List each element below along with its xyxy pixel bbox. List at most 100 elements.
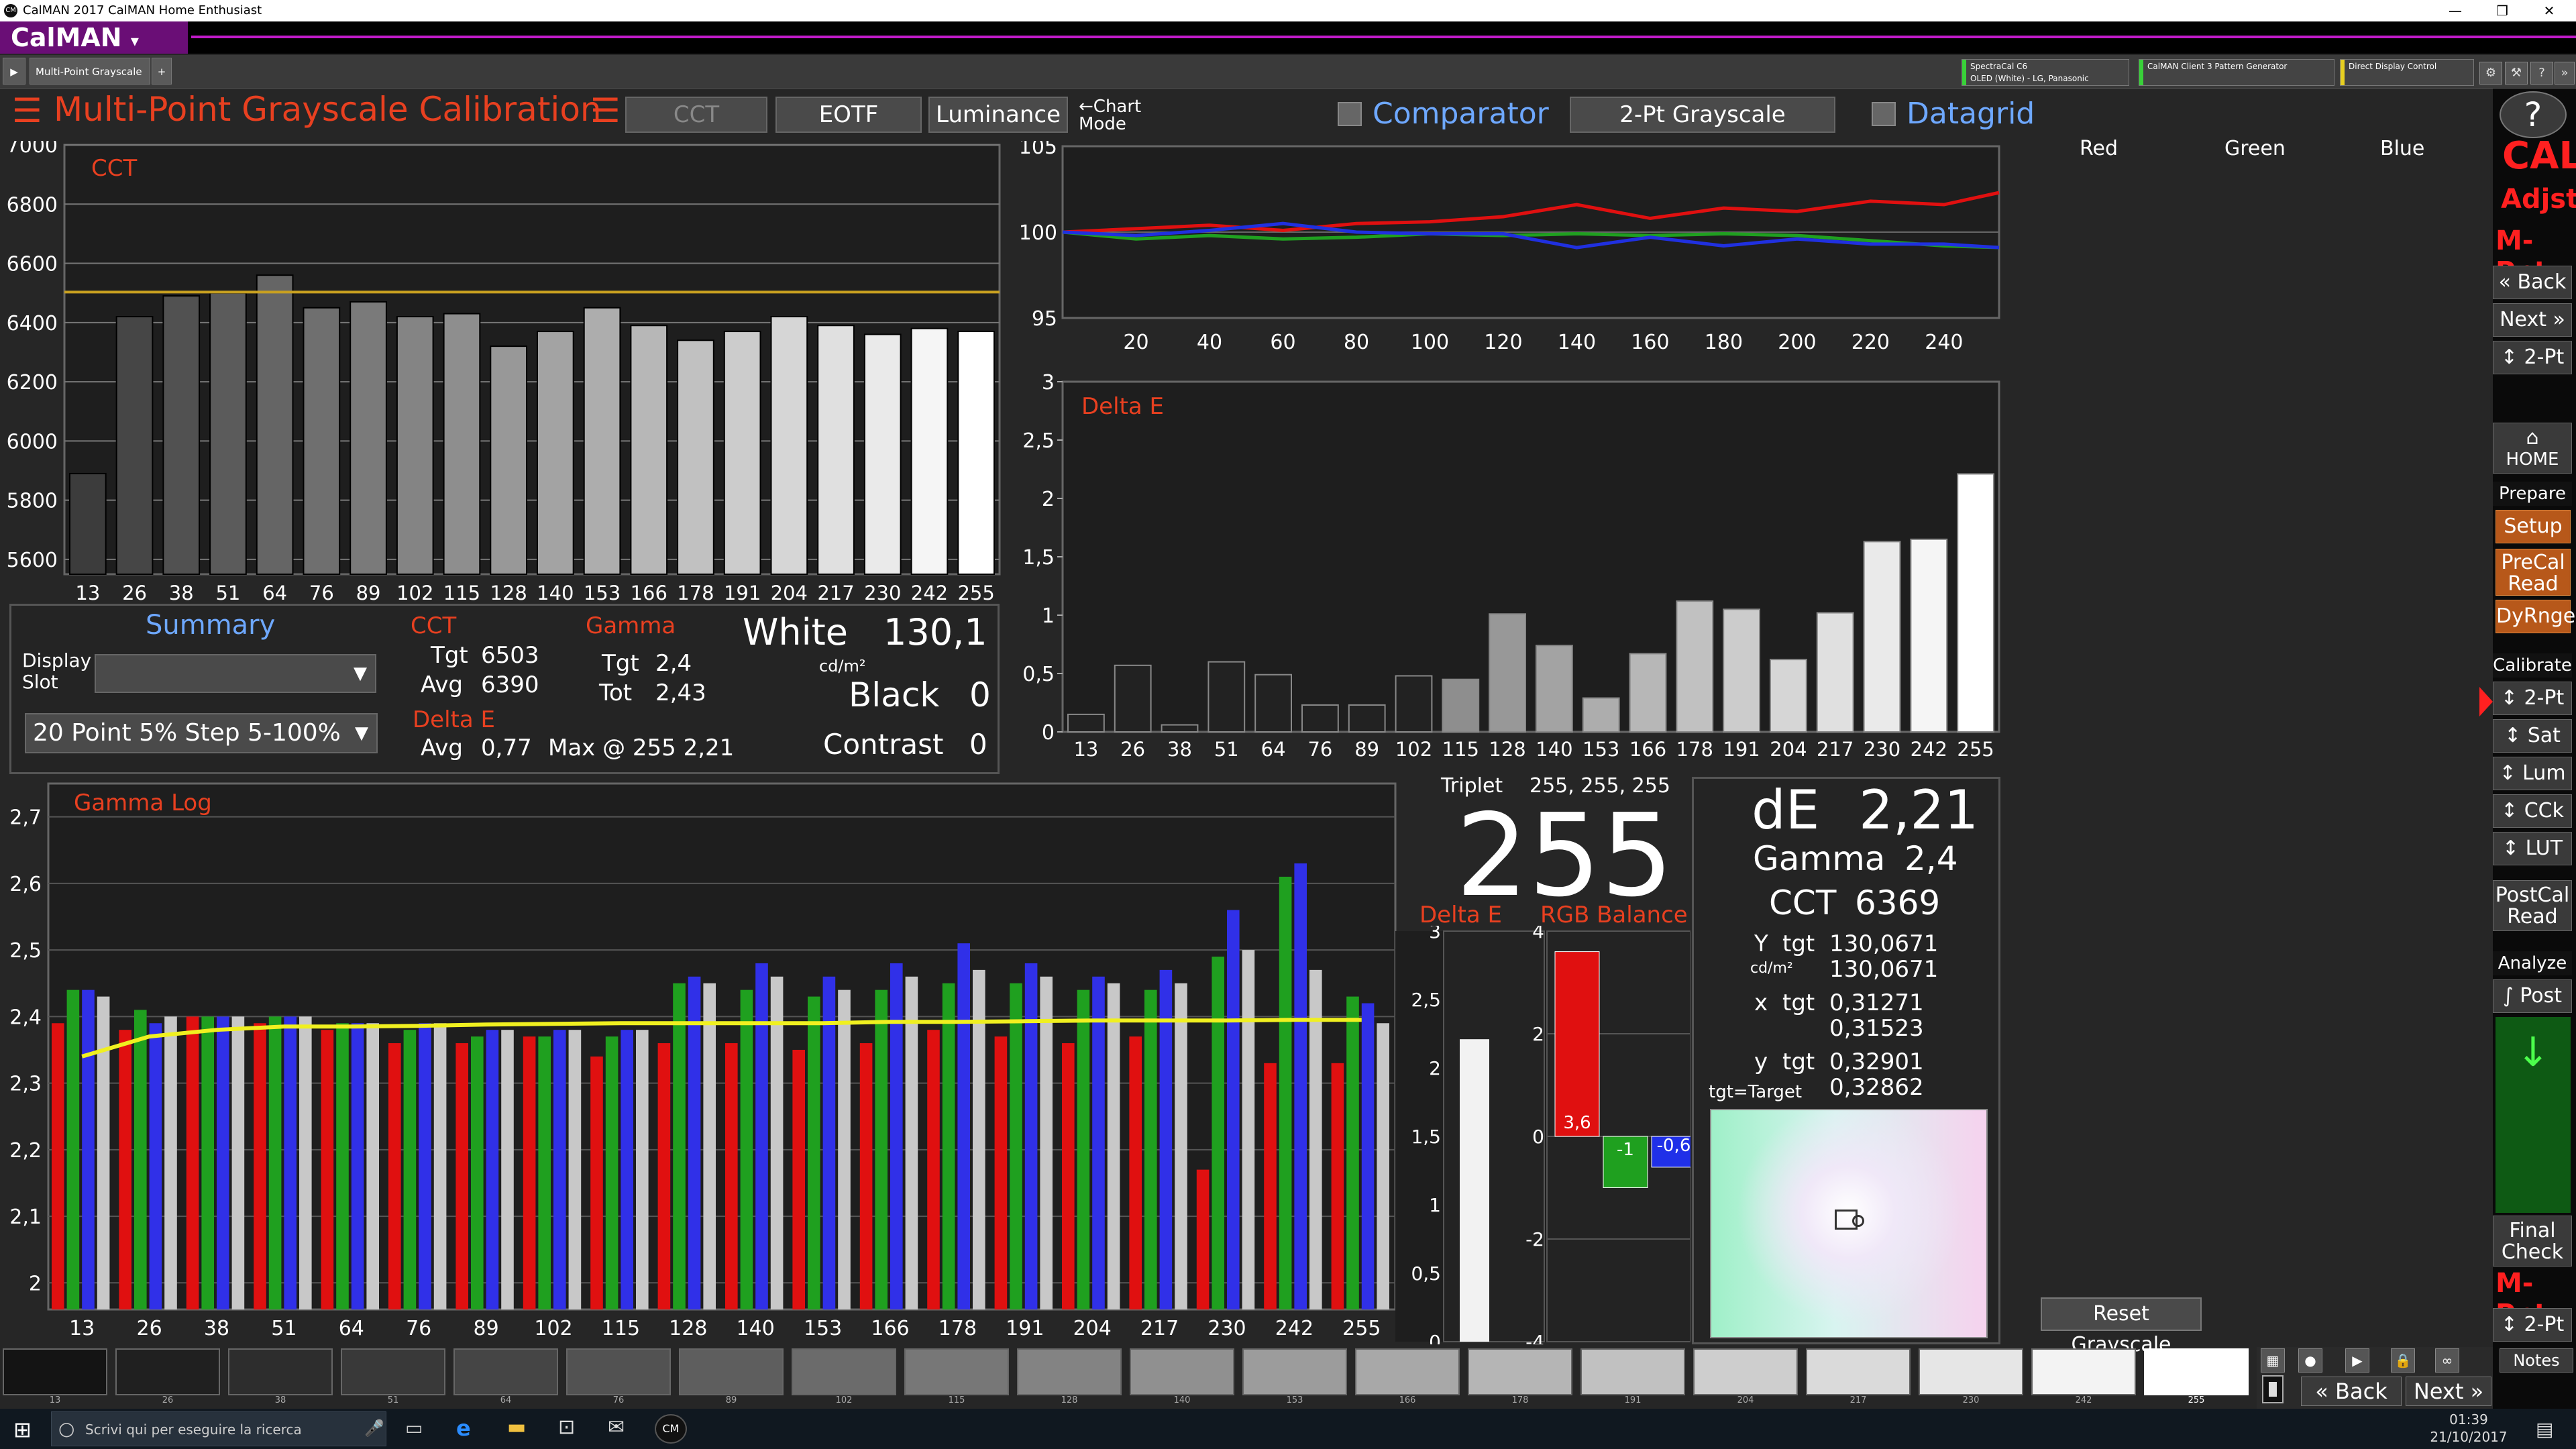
dyrnge-button[interactable]: DyRnge xyxy=(2496,600,2575,633)
calman-menu-button[interactable]: CalMAN ▾ xyxy=(0,21,188,54)
add-tab-button[interactable]: + xyxy=(152,58,172,85)
display-slot-select[interactable]: ▼ xyxy=(95,654,376,693)
gray-swatch[interactable] xyxy=(792,1348,896,1395)
x-tick-label: 217 xyxy=(1140,1317,1179,1340)
calibrate-2pt-button[interactable]: ↕ 2-Pt xyxy=(2493,682,2572,715)
point-set-select[interactable]: 20 Point 5% Step 5-100% ▼ xyxy=(25,713,378,753)
device-meter-profile: OLED (White) - LG, Panasonic xyxy=(1970,74,2089,83)
gray-swatch[interactable] xyxy=(566,1348,671,1395)
gray-swatch[interactable] xyxy=(453,1348,558,1395)
minimize-icon[interactable]: — xyxy=(2428,0,2482,21)
windows-start-icon[interactable]: ⊞ xyxy=(13,1417,32,1442)
luminance-button[interactable]: Luminance xyxy=(928,97,1068,133)
gray-swatch[interactable] xyxy=(1693,1348,1798,1395)
gamma-bar-green xyxy=(1077,989,1090,1309)
precal-read-button[interactable]: PreCal Read xyxy=(2496,549,2571,596)
lock-icon[interactable]: 🔒 xyxy=(2391,1348,2415,1373)
record-icon[interactable]: ● xyxy=(2298,1348,2322,1373)
chart-mode-toggle[interactable]: ←Chart Mode xyxy=(1079,98,1159,133)
gray-swatch[interactable] xyxy=(1242,1348,1347,1395)
gray-swatch[interactable] xyxy=(679,1348,784,1395)
sidebar-toggle-icon[interactable]: » xyxy=(2555,62,2575,85)
gray-swatch[interactable] xyxy=(1806,1348,1911,1395)
device-pattern-generator[interactable]: CalMAN Client 3 Pattern Generator xyxy=(2139,59,2334,86)
maximize-icon[interactable]: ❐ xyxy=(2475,0,2529,21)
sat-button[interactable]: ↕ Sat xyxy=(2493,719,2572,753)
gray-swatch[interactable] xyxy=(341,1348,445,1395)
pattern-icon[interactable]: ▦ xyxy=(2261,1348,2285,1373)
gray-swatch[interactable] xyxy=(1468,1348,1572,1395)
store-icon[interactable]: ⊡ xyxy=(558,1415,575,1439)
gray-swatch[interactable] xyxy=(3,1348,107,1395)
task-view-icon[interactable]: ▭ xyxy=(405,1417,423,1439)
swatch-label: 51 xyxy=(387,1395,399,1405)
tools-icon[interactable]: ⚒ xyxy=(2505,62,2528,85)
gamma-bar-gray xyxy=(433,1023,447,1309)
close-icon[interactable]: ✕ xyxy=(2522,0,2576,21)
gray-swatch[interactable] xyxy=(1355,1348,1460,1395)
mail-icon[interactable]: ✉ xyxy=(608,1415,625,1439)
bottom-next-button[interactable]: Next » xyxy=(2406,1377,2491,1406)
gray-swatch[interactable] xyxy=(2031,1348,2136,1395)
page-title: Multi-Point Grayscale Calibration xyxy=(54,90,602,129)
cct-bar xyxy=(209,292,247,575)
down-arrow-icon: ↓ xyxy=(2516,1029,2551,1076)
microphone-icon[interactable]: 🎤 xyxy=(364,1419,384,1438)
taskbar-search-input[interactable]: ○ Scrivi qui per eseguire la ricerca 🎤 xyxy=(51,1411,386,1446)
y-tick-label: 2 xyxy=(29,1272,42,1295)
title-menu-icon[interactable]: ☰ xyxy=(590,91,621,130)
home-button[interactable]: ⌂ HOME xyxy=(2493,423,2572,474)
gray-swatch[interactable] xyxy=(2144,1348,2249,1395)
gray-swatch[interactable] xyxy=(1017,1348,1122,1395)
gamma-bar-red xyxy=(1129,1036,1142,1309)
tab-multi-point-grayscale[interactable]: Multi-Point Grayscale xyxy=(30,58,150,85)
eotf-button[interactable]: EOTF xyxy=(775,97,922,133)
gamma-bar-green xyxy=(673,983,686,1309)
gray-swatch[interactable] xyxy=(904,1348,1009,1395)
gray-swatch[interactable] xyxy=(115,1348,220,1395)
gray-swatch[interactable] xyxy=(1580,1348,1685,1395)
comparator-checkbox[interactable] xyxy=(1338,102,1362,126)
stop-icon[interactable] xyxy=(2262,1375,2284,1403)
chart-title: Gamma Log xyxy=(74,790,212,816)
gray-swatch[interactable] xyxy=(1919,1348,2023,1395)
x-tick-label: 140 xyxy=(1558,331,1596,354)
menu-icon[interactable]: ☰ xyxy=(12,91,42,130)
gamma-bar-blue xyxy=(351,1023,364,1309)
loop-icon[interactable]: ∞ xyxy=(2435,1348,2459,1373)
play-icon[interactable]: ▶ xyxy=(3,58,25,85)
gray-swatch[interactable] xyxy=(1130,1348,1234,1395)
device-display-control[interactable]: Direct Display Control xyxy=(2340,59,2474,86)
sidebar-next-button[interactable]: Next » xyxy=(2493,303,2572,337)
gamma-bar-red xyxy=(1331,1063,1344,1309)
two-pt-grayscale-button[interactable]: 2-Pt Grayscale xyxy=(1570,97,1835,133)
bottom-back-button[interactable]: « Back xyxy=(2301,1377,2402,1406)
settings-icon[interactable]: ⚙ xyxy=(2479,62,2502,85)
cct-button[interactable]: CCT xyxy=(625,97,767,133)
reset-grayscale-button[interactable]: Reset Grayscale xyxy=(2041,1297,2202,1356)
y-tgt-label: tgt xyxy=(1782,930,1815,957)
edge-browser-icon[interactable]: e xyxy=(456,1415,471,1441)
sidebar-back-button[interactable]: « Back xyxy=(2493,266,2572,299)
delta-e-bar xyxy=(1770,659,1807,733)
postcal-read-button[interactable]: PostCal Read xyxy=(2493,880,2572,931)
play-button-icon[interactable]: ▶ xyxy=(2345,1348,2369,1373)
bottom-2pt-button[interactable]: ↕ 2-Pt xyxy=(2493,1308,2572,1342)
device-meter[interactable]: SpectraCal C6 OLED (White) - LG, Panasoni… xyxy=(1962,59,2129,86)
lut-button[interactable]: ↕ LUT xyxy=(2493,832,2572,865)
help-circle-icon[interactable]: ? xyxy=(2500,91,2567,138)
sidebar-2pt-button[interactable]: ↕ 2-Pt xyxy=(2493,341,2572,374)
setup-button[interactable]: Setup xyxy=(2496,510,2571,543)
notes-button[interactable]: Notes xyxy=(2500,1348,2573,1373)
cck-button[interactable]: ↕ CCk xyxy=(2493,794,2572,828)
help-icon[interactable]: ? xyxy=(2530,62,2553,85)
notification-icon[interactable]: ▤ xyxy=(2536,1418,2553,1440)
lum-button[interactable]: ↕ Lum xyxy=(2493,757,2572,790)
post-button[interactable]: ∫ Post xyxy=(2493,979,2572,1013)
delta-e-bar xyxy=(1863,541,1901,733)
gray-swatch[interactable] xyxy=(228,1348,333,1395)
final-check-button[interactable]: Final Check xyxy=(2493,1216,2572,1267)
datagrid-checkbox[interactable] xyxy=(1872,102,1896,126)
file-explorer-icon[interactable]: ▬ xyxy=(507,1415,526,1439)
calman-taskbar-icon[interactable]: CM xyxy=(655,1414,687,1444)
